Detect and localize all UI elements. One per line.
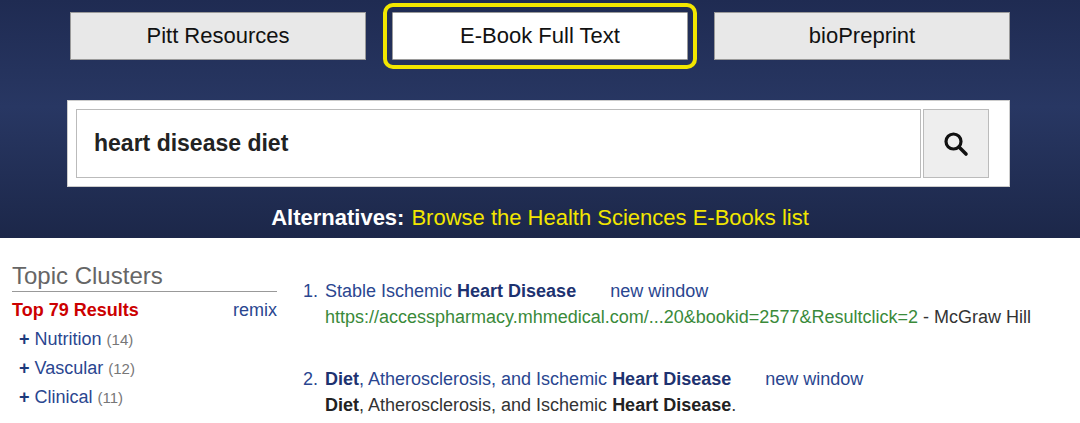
tab[interactable]: bioPreprint <box>714 12 1010 60</box>
expand-icon[interactable]: + <box>19 329 30 350</box>
tab[interactable]: E-Book Full Text <box>392 12 688 60</box>
page: Pitt Resources E-Book Full Text bioPreprin… <box>0 0 1080 423</box>
cluster-label[interactable]: Clinical <box>35 387 93 408</box>
expand-icon[interactable]: + <box>19 387 30 408</box>
tab-bar: Pitt Resources E-Book Full Text bioPreprin… <box>70 12 1080 60</box>
cluster-count: (12) <box>108 360 135 377</box>
expand-icon[interactable]: + <box>19 358 30 379</box>
tab[interactable]: Pitt Resources <box>70 12 366 60</box>
browse-link[interactable]: Browse the Health Sciences E-Books list <box>411 205 808 230</box>
cluster-item[interactable]: +Nutrition (14) <box>19 329 277 350</box>
remix-link[interactable]: remix <box>233 300 277 321</box>
search-button[interactable] <box>923 109 989 178</box>
topic-clusters: Topic ClustersTop 79 Resultsremix+Nutrit… <box>12 238 277 423</box>
result-item: 1. Stable Ischemic Heart Disease new windo… <box>303 281 1031 369</box>
result-list: 1. Stable Ischemic Heart Disease new windo… <box>303 238 1031 423</box>
result-title[interactable]: Diet, Atherosclerosis, and Ischemic Hear… <box>325 369 731 390</box>
alternatives-label: Alternatives: <box>271 205 404 230</box>
top-results[interactable]: Top 79 Results <box>12 300 139 321</box>
cluster-item[interactable]: +Vascular(12) <box>19 358 277 379</box>
top-row: Top 79 Results remix <box>12 300 277 321</box>
result-item: 2. Diet, Atherosclerosis, and Ischemic He… <box>303 369 1031 423</box>
result-title[interactable]: Stable Ischemic Heart Disease <box>325 281 576 302</box>
result-url-row: https://accesspharmacy.mhmedical.com/...… <box>325 307 1031 328</box>
result-number: 2. <box>303 369 319 423</box>
sidebar-title: Topic Clusters <box>12 262 277 292</box>
new-window-link[interactable]: new window <box>765 369 863 390</box>
cluster-label[interactable]: Nutrition <box>35 329 102 350</box>
result-description: Diet, Atherosclerosis, and Ischemic Hear… <box>325 395 863 416</box>
alternatives: Alternatives: Browse the Health Sciences … <box>0 205 1080 231</box>
hero-banner: Pitt Resources E-Book Full Text bioPreprin… <box>0 0 1080 238</box>
search-input[interactable]: heart disease diet <box>76 109 921 178</box>
new-window-link[interactable]: new window <box>610 281 708 302</box>
result-source: - McGraw Hill <box>923 307 1031 327</box>
result-number: 1. <box>303 281 319 369</box>
cluster-count: (11) <box>98 389 124 406</box>
result-url[interactable]: https://accesspharmacy.mhmedical.com/...… <box>325 307 918 327</box>
cluster-label[interactable]: Vascular <box>35 358 104 379</box>
magnifier-icon <box>943 131 969 157</box>
content: Topic ClustersTop 79 Resultsremix+Nutrit… <box>0 238 1080 423</box>
cluster-count: (14) <box>107 331 134 348</box>
search-bar: heart disease diet <box>67 100 1010 187</box>
cluster-item[interactable]: +Clinical (11) <box>19 387 277 408</box>
